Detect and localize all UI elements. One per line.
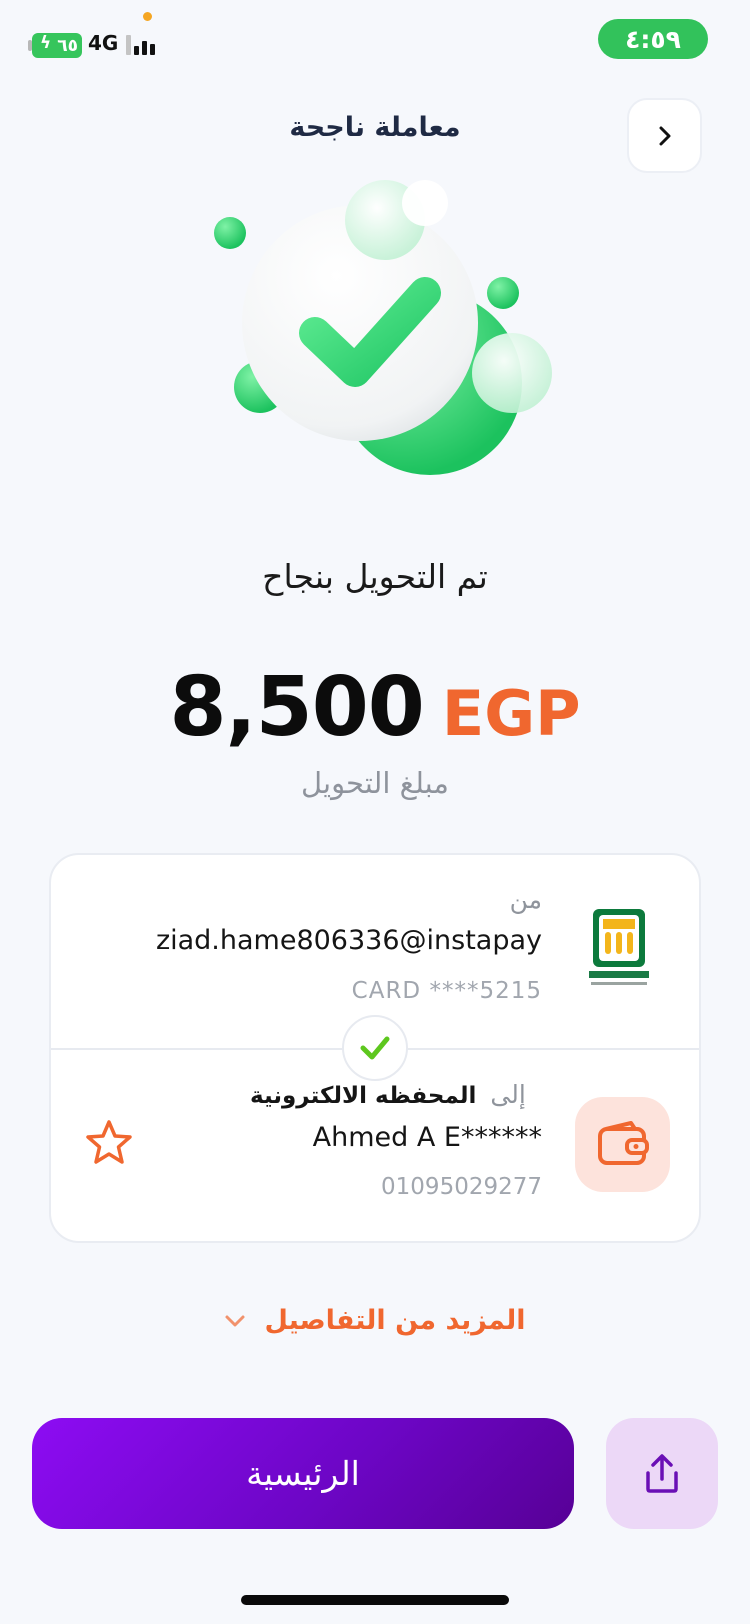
currency: EGP	[441, 677, 581, 750]
network-type: 4G	[88, 31, 119, 55]
check-icon	[360, 1036, 390, 1060]
privacy-indicator-dot	[143, 12, 152, 21]
chevron-right-icon	[659, 126, 670, 145]
transfer-amount: 8,500	[169, 660, 424, 755]
from-label: من	[509, 885, 542, 914]
share-icon	[646, 1453, 678, 1493]
national-bank-of-egypt-logo	[589, 909, 649, 985]
amount-row: 8,500 EGP	[100, 660, 650, 755]
sender-account: ziad.hame806336@instapay	[155, 925, 542, 956]
recipient-phone: 01095029277	[381, 1174, 542, 1200]
success-check-illustration	[214, 180, 552, 475]
favorite-star-icon[interactable]	[84, 1118, 134, 1168]
amount-label: مبلغ التحويل	[301, 766, 449, 800]
sender-card-number: CARD ****5215	[351, 978, 542, 1004]
home-button[interactable]: الرئيسية	[32, 1418, 574, 1529]
recipient-header: إلى المحفظه الالكترونية	[250, 1080, 542, 1109]
to-label: إلى	[490, 1080, 526, 1109]
status-time: ٤:٥٩	[598, 19, 708, 59]
more-details-toggle[interactable]: المزيد من التفاصيل	[210, 1305, 540, 1336]
back-button[interactable]	[627, 98, 702, 173]
share-button[interactable]	[606, 1418, 718, 1529]
chevron-down-icon	[225, 1315, 245, 1326]
battery-indicator: ϟ ٦٥	[32, 33, 82, 58]
page-title: معاملة ناجحة	[289, 112, 461, 143]
wallet-icon	[575, 1097, 670, 1192]
more-details-label: المزيد من التفاصيل	[264, 1305, 526, 1336]
battery-tip	[28, 40, 32, 51]
recipient-name: Ahmed A E******	[312, 1122, 542, 1153]
transfer-check-badge	[342, 1015, 408, 1081]
battery-level: ٦٥	[57, 35, 78, 56]
success-message: تم التحويل بنجاح	[262, 557, 488, 596]
charging-icon: ϟ	[40, 33, 52, 53]
signal-icon	[126, 35, 155, 55]
recipient-type: المحفظه الالكترونية	[250, 1083, 477, 1109]
home-indicator	[241, 1595, 509, 1605]
